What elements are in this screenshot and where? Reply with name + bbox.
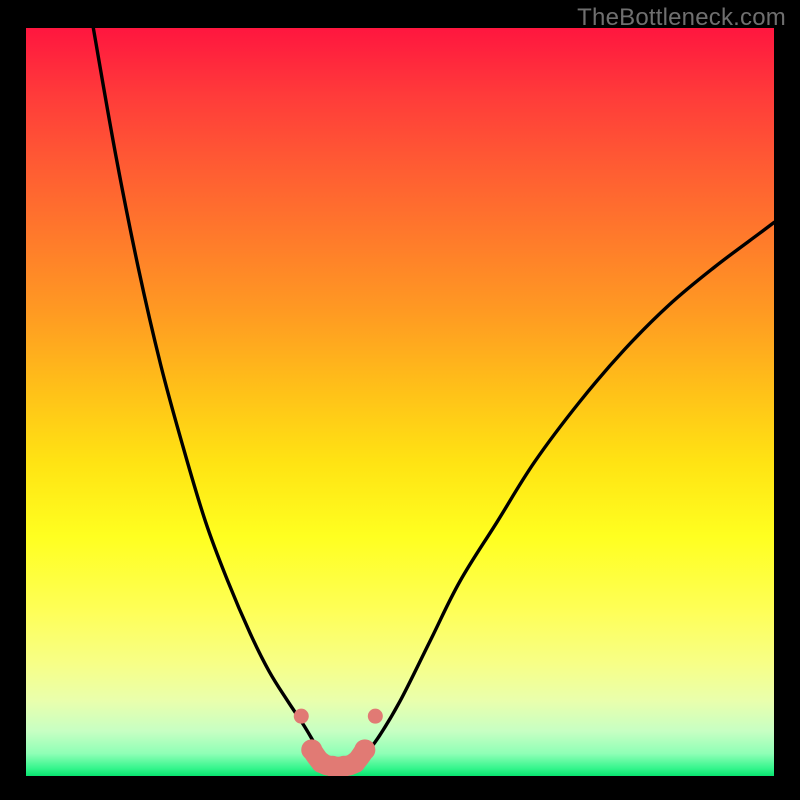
plot-area: [26, 28, 774, 776]
chart-frame: TheBottleneck.com: [0, 0, 800, 800]
valley-marker-band: [294, 709, 383, 776]
left-curve: [93, 28, 321, 755]
marker-dot: [354, 739, 375, 760]
right-curve: [363, 222, 774, 757]
marker-dot: [368, 709, 383, 724]
marker-dot: [294, 709, 309, 724]
curve-layer: [26, 28, 774, 776]
